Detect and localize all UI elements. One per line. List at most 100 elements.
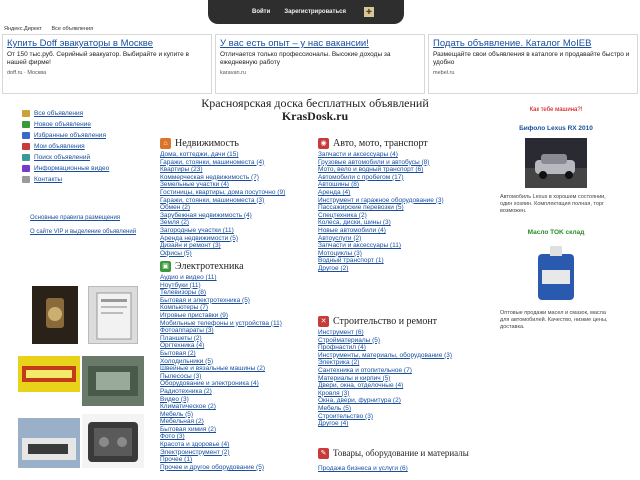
category-item-link[interactable]: Холодильники (5) [160,358,310,366]
category-item-link[interactable]: Электроинструмент (2) [160,449,310,457]
ad-item[interactable]: Купить Doff эвакуаторы в Москве От 150 т… [2,34,212,94]
category-title[interactable]: Электротехника [175,261,244,272]
category-item-link[interactable]: Профнастил (4) [318,344,478,352]
category-item-link[interactable]: Прочее (1) [160,456,310,464]
category-item-link[interactable]: Аренда недвижимости (5) [160,235,310,243]
category-item-link[interactable]: Бытовая и электротехника (5) [160,297,310,305]
category-header[interactable]: ◉ Авто, мото, транспорт [318,137,478,149]
login-link[interactable]: Войти [252,9,270,15]
category-item-link[interactable]: Автоуслуги (2) [318,235,478,243]
bookmark-icon[interactable]: ✚ [363,7,374,17]
rules-link[interactable]: Основные правила размещения [30,214,140,222]
category-item-link[interactable]: Коммерческая недвижимость (7) [160,174,310,182]
category-item-link[interactable]: Дизайн и ремонт (3) [160,242,310,250]
category-item-link[interactable]: Кровля (3) [318,390,478,398]
category-item-link[interactable]: Планшеты (2) [160,335,310,343]
register-link[interactable]: Зарегистрироваться [284,9,346,15]
category-item-link[interactable]: Загородные участки (11) [160,227,310,235]
category-item-link[interactable]: Автомобили с пробегом (17) [318,174,478,182]
category-item-link[interactable]: Мебельная (2) [160,418,310,426]
category-item-link[interactable]: Инструменты, материалы, оборудование (3) [318,352,478,360]
category-item-link[interactable]: Окна, двери, фурнитура (2) [318,397,478,405]
ad-url[interactable]: mebel.ru [433,70,633,76]
category-item-link[interactable]: Компьютеры (7) [160,304,310,312]
product-photo-case[interactable] [82,414,144,468]
oil-photo[interactable] [524,244,588,304]
category-item-link[interactable]: Бытовая (2) [160,350,310,358]
menu-item-contacts[interactable]: Контакты [22,174,132,185]
category-item-link[interactable]: Бытовая химия (2) [160,426,310,434]
category-item-link[interactable]: Радиотехника (2) [160,388,310,396]
menu-item-favorites[interactable]: Избранные объявления [22,130,132,141]
category-item-link[interactable]: Аренда (4) [318,189,478,197]
car-ad-title[interactable]: Бифоло Lexus RX 2010 [500,125,612,132]
category-item-link[interactable]: Игровые приставки (9) [160,312,310,320]
category-item-link[interactable]: Гостиницы, квартиры, дома посуточно (9) [160,189,310,197]
menu-item-all[interactable]: Все объявления [22,108,132,119]
category-title[interactable]: Строительство и ремонт [333,316,437,327]
category-item-link[interactable]: Прочее и другое оборудование (5) [160,464,310,472]
category-item-link[interactable]: Фото (3) [160,433,310,441]
category-item-link[interactable]: Сантехника и отопительное (7) [318,367,478,375]
category-header[interactable]: ✕ Строительство и ремонт [318,315,478,327]
ad-item[interactable]: Подать объявление. Каталог MoIEB Размеща… [428,34,638,94]
ad-title[interactable]: У вас есть опыт – у нас вакансии! [220,38,420,49]
product-photo-document[interactable] [88,286,138,344]
category-item-link[interactable]: Оргтехника (4) [160,342,310,350]
category-item-link[interactable]: Стройматериалы (5) [318,337,478,345]
menu-item-search[interactable]: Поиск объявлений [22,152,132,163]
category-item-link[interactable]: Фотоаппараты (3) [160,327,310,335]
category-item-link[interactable]: Швейные и вязальные машины (2) [160,365,310,373]
category-item-link[interactable]: Земельные участки (4) [160,181,310,189]
category-item-link[interactable]: Обмен (2) [160,204,310,212]
category-item-link[interactable]: Водный транспорт (1) [318,257,478,265]
category-header[interactable]: ✎ Товары, оборудование и материалы [318,447,488,459]
oil-ad-title[interactable]: Масло TOK склад [500,229,612,236]
menu-item-video[interactable]: Информационные видео [22,163,132,174]
product-photo-banner[interactable] [18,356,80,392]
category-item-link[interactable]: Зарубежная недвижимость (4) [160,212,310,220]
category-item-link[interactable]: Земля (2) [160,219,310,227]
category-item-link[interactable]: Новые автомобили (4) [318,227,478,235]
category-item-link[interactable]: Строительство (3) [318,413,478,421]
all-ads-link[interactable]: Все объявления [51,26,93,32]
vip-link[interactable]: О сайте VIP и выделение объявлений [30,228,140,236]
category-item-link[interactable]: Квартиры (23) [160,166,310,174]
car-photo[interactable] [525,138,587,188]
category-item-link[interactable]: Оборудование и электроника (4) [160,380,310,388]
category-item-link[interactable]: Красота и здоровье (4) [160,441,310,449]
ad-title[interactable]: Подать объявление. Каталог MoIEB [433,38,633,49]
category-item-link[interactable]: Мебель (5) [318,405,478,413]
category-item-link[interactable]: Инструмент (6) [318,329,478,337]
category-item-link[interactable]: Колеса, диски, шины (3) [318,219,478,227]
category-item-link[interactable]: Аудио и видео (11) [160,274,310,282]
menu-item-new[interactable]: Новое объявление [22,119,132,130]
category-title[interactable]: Товары, оборудование и материалы [333,448,469,458]
category-item-link[interactable]: Телевизоры (8) [160,289,310,297]
menu-item-my[interactable]: Мои объявления [22,141,132,152]
category-item-link[interactable]: Инструмент и гаражное оборудование (3) [318,197,478,205]
category-header[interactable]: ▣ Электротехника [160,260,310,272]
product-photo-machine[interactable] [82,356,144,406]
category-item-link[interactable]: Дома, коттеджи, дачи (15) [160,151,310,159]
product-photo-watch[interactable] [32,286,78,344]
category-item-link[interactable]: Автошины (8) [318,181,478,189]
category-item-link[interactable]: Электрика (2) [318,359,478,367]
category-item-link[interactable]: Мото, вело и водный транспорт (6) [318,166,478,174]
category-item-link[interactable]: Климатическое (2) [160,403,310,411]
ad-item[interactable]: У вас есть опыт – у нас вакансии! Отлича… [215,34,425,94]
category-item-link[interactable]: Другое (2) [318,265,478,273]
category-title[interactable]: Авто, мото, транспорт [333,138,428,149]
category-header[interactable]: ⌂ Недвижимость [160,137,310,149]
category-item-link[interactable]: Материалы и кирпич (5) [318,375,478,383]
category-item-link[interactable]: Спецтехника (2) [318,212,478,220]
category-item-link[interactable]: Ноутбуки (11) [160,282,310,290]
product-photo-sign[interactable] [18,418,80,468]
category-item-link[interactable]: Другое (4) [318,420,478,428]
category-item-link[interactable]: Видео (3) [160,396,310,404]
category-title[interactable]: Недвижимость [175,138,239,149]
category-item-link[interactable]: Запчасти и аксессуары (4) [318,151,478,159]
ad-url[interactable]: doff.ru · Москва [7,70,207,76]
category-item-link[interactable]: Запчасти и аксессуары (11) [318,242,478,250]
ad-url[interactable]: karavan.ru [220,70,420,76]
